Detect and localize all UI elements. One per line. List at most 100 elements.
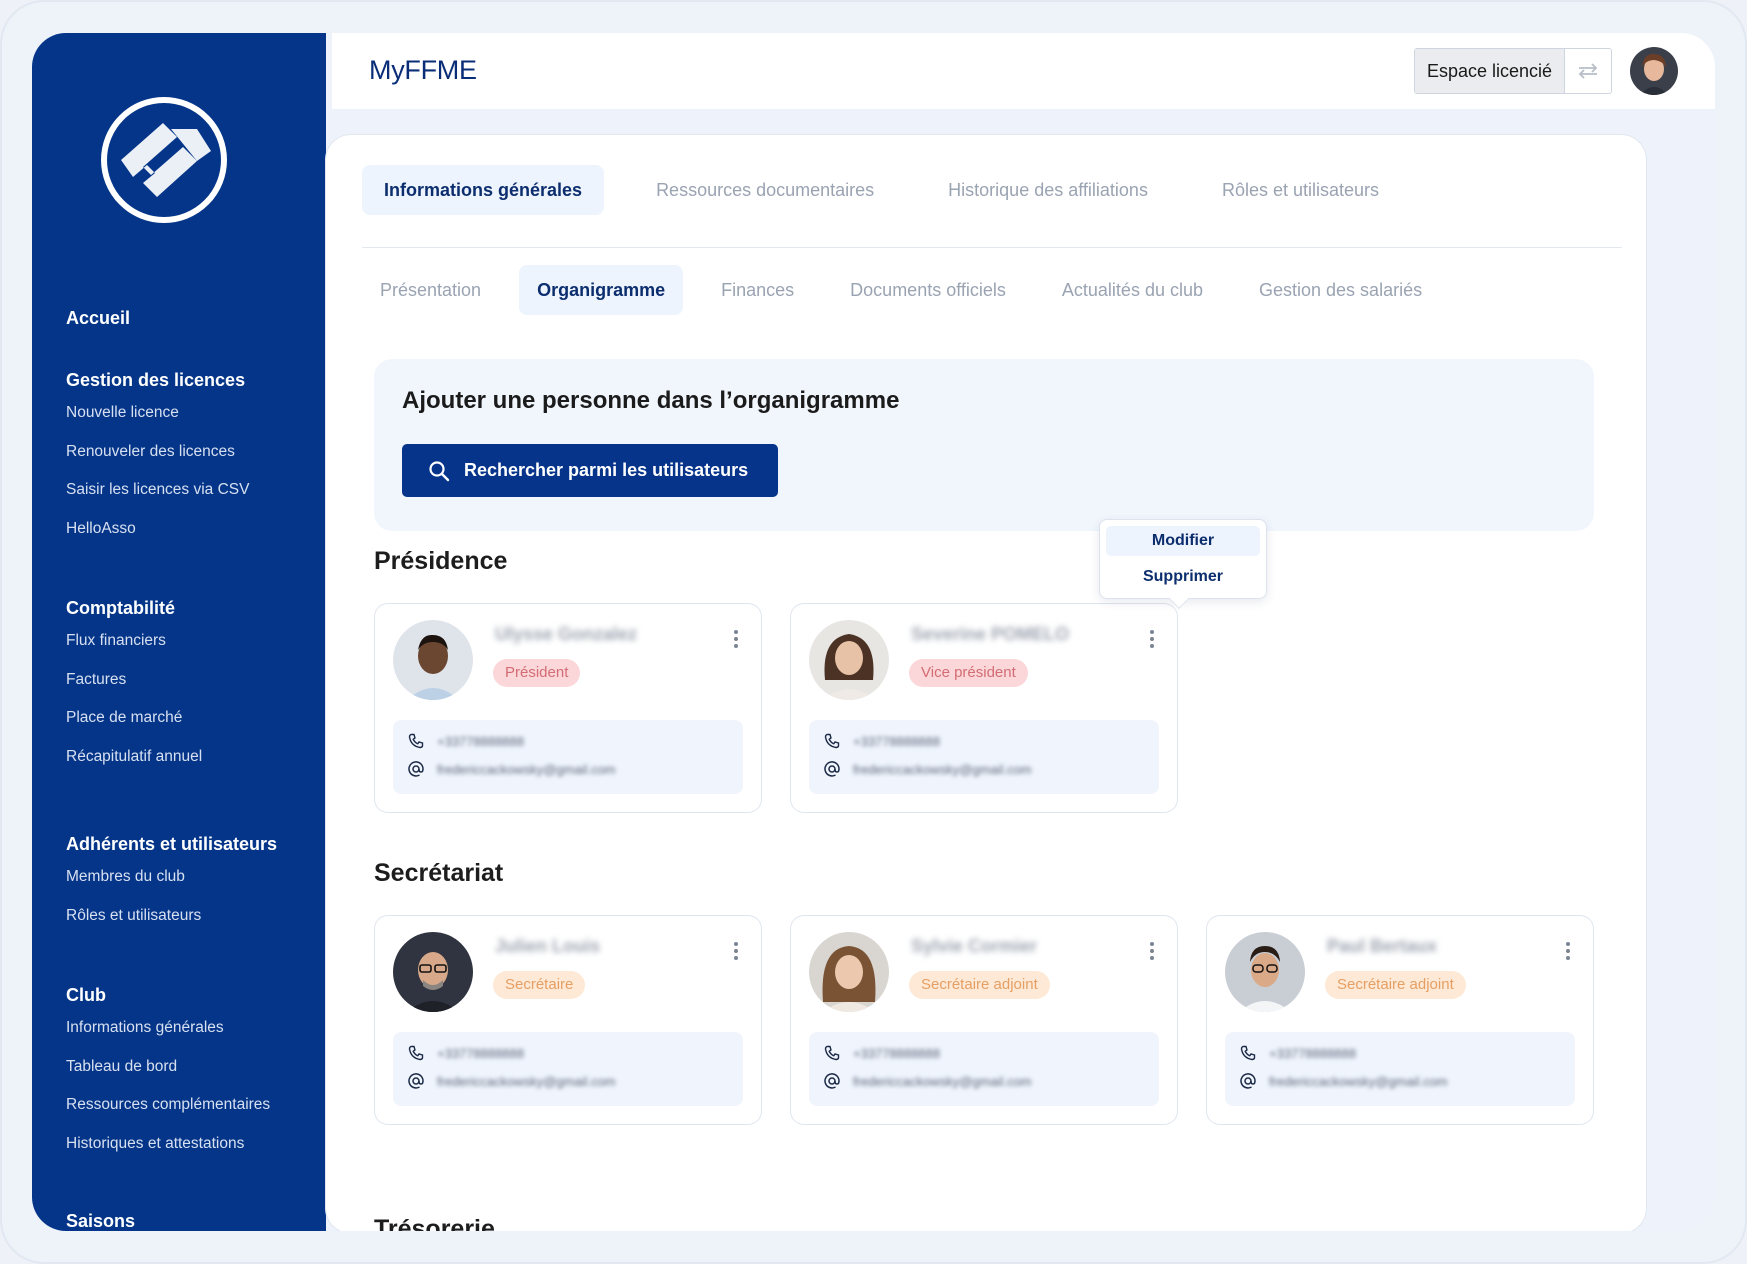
sidebar-item-factures[interactable]: Factures [66,670,202,709]
member-card: Sylvie Cormier Secrétaire adjoint +33778… [790,915,1178,1125]
sidebar-item-roles[interactable]: Rôles et utilisateurs [66,906,277,945]
kebab-menu-icon[interactable] [733,628,739,650]
member-photo [809,932,889,1012]
ffme-logo-icon[interactable] [93,89,235,231]
contact-email-row: fredericcackowsky@gmail.com [823,1072,1032,1090]
contact-box: +33778888888 fredericcackowsky@gmail.com [393,1032,743,1106]
nav-group-title[interactable]: Gestion des licences [66,370,249,391]
member-name: Julien Louis [495,936,601,956]
subtab-gestion-salaries[interactable]: Gestion des salariés [1241,265,1440,315]
role-badge: Secrétaire [493,971,586,999]
sidebar-item-accueil[interactable]: Accueil [66,308,130,329]
kebab-menu-icon[interactable] [1149,940,1155,962]
sidebar-item-tableau[interactable]: Tableau de bord [66,1057,270,1096]
sidebar-item-nouvelle-licence[interactable]: Nouvelle licence [66,403,249,442]
subtab-organigramme[interactable]: Organigramme [519,265,684,315]
member-photo [393,932,473,1012]
member-photo [809,620,889,700]
swap-arrows-icon[interactable] [1565,49,1611,93]
subtab-presentation[interactable]: Présentation [362,265,499,315]
search-icon [429,460,450,481]
member-photo [393,620,473,700]
subtab-documents-officiels[interactable]: Documents officiels [832,265,1024,315]
contact-email-row: fredericcackowsky@gmail.com [1239,1072,1448,1090]
contact-email-row: fredericcackowsky@gmail.com [823,760,1032,778]
member-card: Julien Louis Secrétaire +33778888888 fre… [374,915,762,1125]
member-phone: +33778888888 [853,733,941,749]
main-card: Informations générales Ressources docume… [325,134,1647,1231]
at-icon [1239,1072,1257,1090]
member-phone: +33778888888 [1269,1045,1357,1061]
add-person-panel: Ajouter une personne dans l’organigramme… [374,359,1594,531]
member-photo [1225,932,1305,1012]
nav-group-club: Club Informations générales Tableau de b… [66,985,270,1172]
member-email: fredericcackowsky@gmail.com [437,761,616,777]
phone-icon [1239,1044,1257,1062]
tabs-divider [362,247,1622,248]
tab-informations-generales[interactable]: Informations générales [362,165,605,215]
search-users-label: Rechercher parmi les utilisateurs [464,460,749,480]
kebab-menu-icon[interactable] [733,940,739,962]
sidebar-item-flux[interactable]: Flux financiers [66,631,202,670]
nav-group-title[interactable]: Adhérents et utilisateurs [66,834,277,855]
phone-icon [823,1044,841,1062]
member-name: Ulysse Gonzalez [495,624,638,644]
member-email: fredericcackowsky@gmail.com [1269,1073,1448,1089]
menu-item-supprimer[interactable]: Supprimer [1106,562,1260,592]
sidebar-item-membres[interactable]: Membres du club [66,867,277,906]
kebab-menu-icon[interactable] [1149,628,1155,650]
section-title-tresorerie: Trésorerie [374,1215,495,1231]
member-card: Severine POMELO Vice président +33778888… [790,603,1178,813]
contact-phone-row: +33778888888 [823,732,940,750]
tab-roles-utilisateurs[interactable]: Rôles et utilisateurs [1200,165,1401,215]
member-phone: +33778888888 [437,733,525,749]
contact-email-row: fredericcackowsky@gmail.com [407,760,616,778]
role-badge: Président [493,659,581,687]
nav-group-title[interactable]: Club [66,985,270,1006]
nav-group-title[interactable]: Saisons [66,1211,135,1231]
subtab-finances[interactable]: Finances [703,265,812,315]
contact-box: +33778888888 fredericcackowsky@gmail.com [1225,1032,1575,1106]
member-phone: +33778888888 [853,1045,941,1061]
primary-tabs: Informations générales Ressources docume… [362,165,1431,215]
menu-item-modifier[interactable]: Modifier [1106,526,1260,556]
section-title-secretariat: Secrétariat [374,859,504,887]
contact-phone-row: +33778888888 [407,1044,524,1062]
member-phone: +33778888888 [437,1045,525,1061]
subtab-actualites[interactable]: Actualités du club [1044,265,1221,315]
kebab-menu-icon[interactable] [1565,940,1571,962]
sidebar-item-renouveler[interactable]: Renouveler des licences [66,442,249,481]
sidebar-item-infos[interactable]: Informations générales [66,1018,270,1057]
nav-group-comptabilite: Comptabilité Flux financiers Factures Pl… [66,598,202,785]
contact-phone-row: +33778888888 [407,732,524,750]
section-title-presidence: Présidence [374,547,508,575]
sidebar-item-csv[interactable]: Saisir les licences via CSV [66,480,249,519]
sidebar-item-recap[interactable]: Récapitulatif annuel [66,747,202,786]
app-window: Accueil Gestion des licences Nouvelle li… [32,33,1715,1231]
sidebar-item-helloasso[interactable]: HelloAsso [66,519,249,558]
sidebar-item-ressources[interactable]: Ressources complémentaires [66,1095,270,1134]
role-badge: Secrétaire adjoint [1325,971,1466,999]
member-context-menu: Modifier Supprimer [1099,519,1267,599]
at-icon [823,760,841,778]
member-card: Ulysse Gonzalez Président +33778888888 f… [374,603,762,813]
tab-historique-affiliations[interactable]: Historique des affiliations [926,165,1170,215]
tab-ressources-documentaires[interactable]: Ressources documentaires [634,165,896,215]
space-switcher[interactable]: Espace licencié [1414,48,1612,94]
sidebar-item-historiques[interactable]: Historiques et attestations [66,1134,270,1173]
nav-group-saisons: Saisons [66,1211,135,1231]
phone-icon [823,732,841,750]
sidebar-item-place-marche[interactable]: Place de marché [66,708,202,747]
member-email: fredericcackowsky@gmail.com [853,1073,1032,1089]
user-avatar[interactable] [1630,47,1678,95]
nav-group-title[interactable]: Comptabilité [66,598,202,619]
sidebar: Accueil Gestion des licences Nouvelle li… [32,33,326,1231]
search-users-button[interactable]: Rechercher parmi les utilisateurs [402,444,778,497]
at-icon [407,760,425,778]
contact-email-row: fredericcackowsky@gmail.com [407,1072,616,1090]
role-badge: Secrétaire adjoint [909,971,1050,999]
contact-box: +33778888888 fredericcackowsky@gmail.com [393,720,743,794]
contact-phone-row: +33778888888 [823,1044,940,1062]
space-label[interactable]: Espace licencié [1415,49,1565,93]
nav-group-adherents: Adhérents et utilisateurs Membres du clu… [66,834,277,944]
